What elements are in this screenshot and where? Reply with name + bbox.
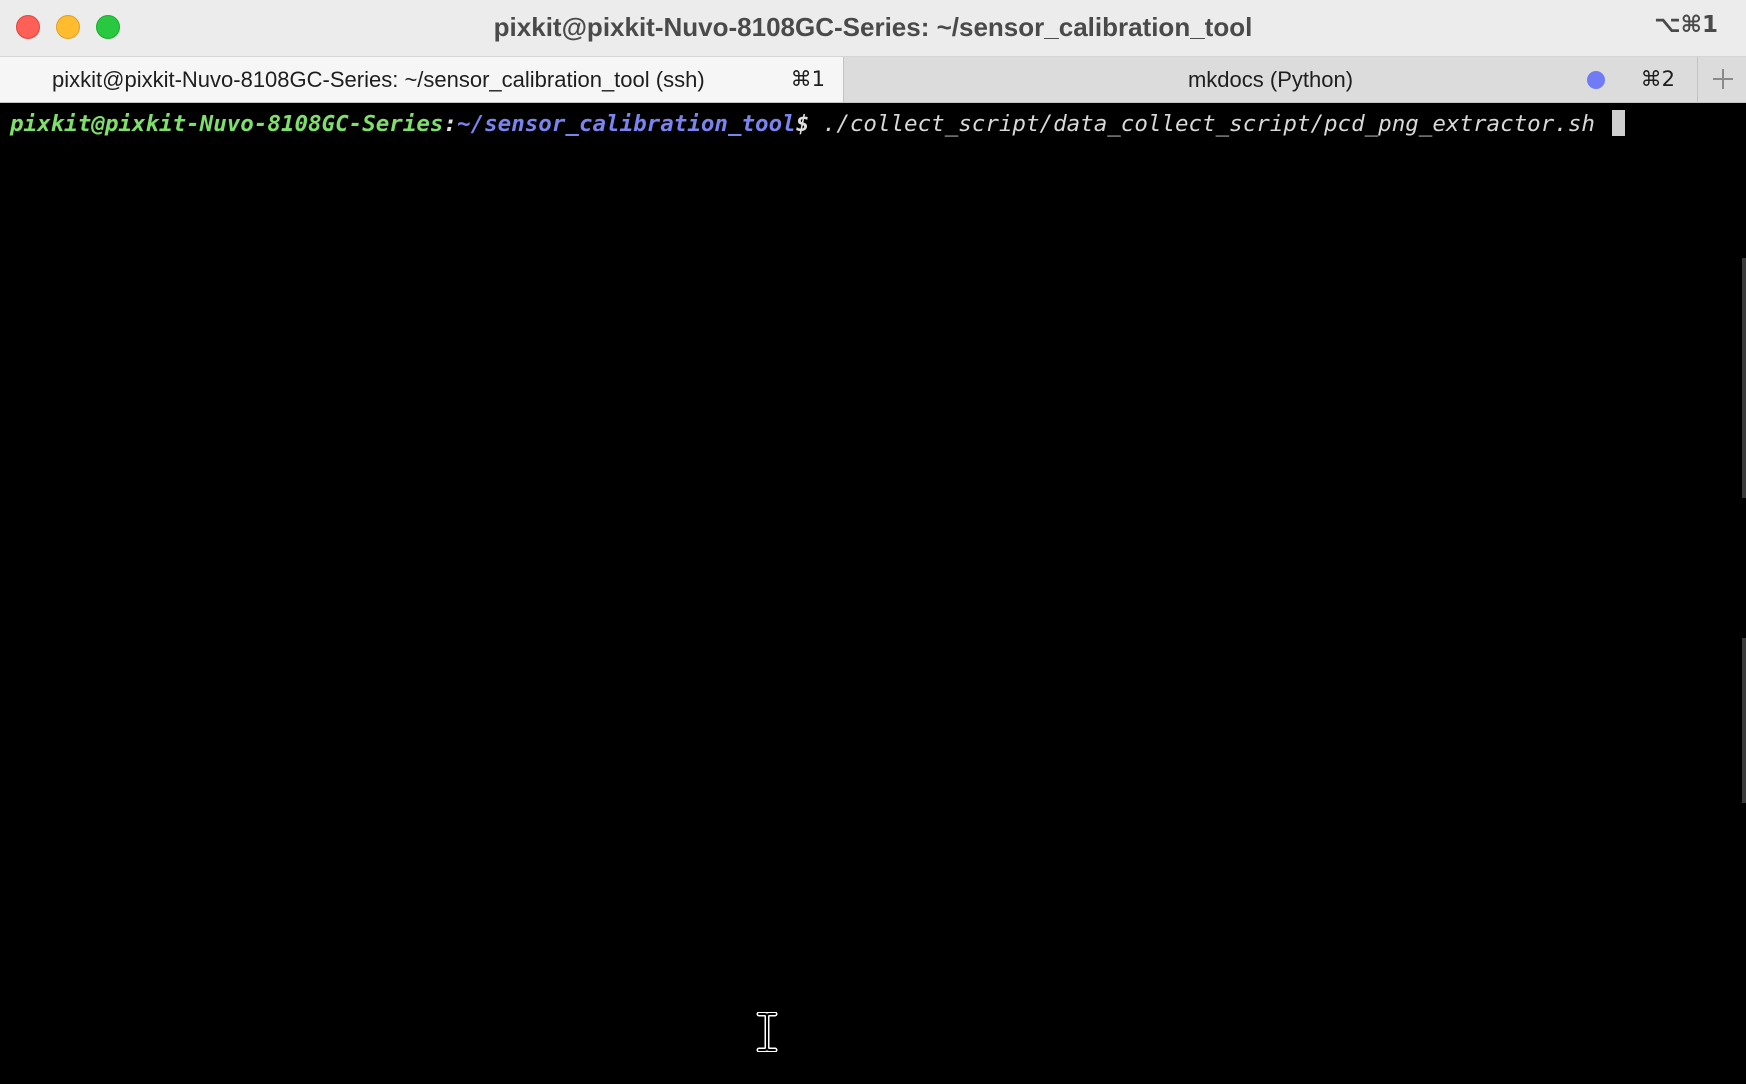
- command-input[interactable]: ./collect_script/data_collect_script/pcd…: [823, 111, 1595, 137]
- activity-indicator-icon: [1587, 71, 1605, 89]
- tab-shortcut: ⌘2: [1640, 67, 1675, 91]
- window-title: pixkit@pixkit-Nuvo-8108GC-Series: ~/sens…: [493, 12, 1253, 42]
- prompt-path: ~/sensor_calibration_tool: [457, 111, 796, 137]
- text-cursor: [1612, 110, 1626, 136]
- scrollbar-marker[interactable]: [1742, 258, 1746, 498]
- tab-label: pixkit@pixkit-Nuvo-8108GC-Series: ~/sens…: [52, 67, 705, 92]
- new-tab-button[interactable]: [1697, 57, 1746, 102]
- window-shortcut: ⌥⌘1: [1654, 12, 1718, 38]
- tab-bar: pixkit@pixkit-Nuvo-8108GC-Series: ~/sens…: [0, 57, 1746, 103]
- tab-ssh-session[interactable]: pixkit@pixkit-Nuvo-8108GC-Series: ~/sens…: [0, 57, 844, 102]
- prompt-symbol: $: [795, 111, 810, 137]
- tab-shortcut: ⌘1: [790, 67, 825, 91]
- terminal-window: pixkit@pixkit-Nuvo-8108GC-Series: ~/sens…: [0, 0, 1746, 1084]
- terminal-content[interactable]: pixkit@pixkit-Nuvo-8108GC-Series:~/senso…: [0, 103, 1746, 1084]
- tab-mkdocs[interactable]: mkdocs (Python) ⌘2: [844, 57, 1697, 102]
- prompt-user-host: pixkit@pixkit-Nuvo-8108GC-Series: [10, 111, 444, 137]
- i-beam-cursor-icon: [756, 1012, 778, 1052]
- tab-label: mkdocs (Python): [1187, 67, 1354, 92]
- scrollbar-marker[interactable]: [1742, 638, 1746, 803]
- prompt-separator: :: [443, 111, 458, 137]
- prompt-line: pixkit@pixkit-Nuvo-8108GC-Series:~/senso…: [10, 106, 1626, 142]
- title-bar[interactable]: pixkit@pixkit-Nuvo-8108GC-Series: ~/sens…: [0, 0, 1746, 57]
